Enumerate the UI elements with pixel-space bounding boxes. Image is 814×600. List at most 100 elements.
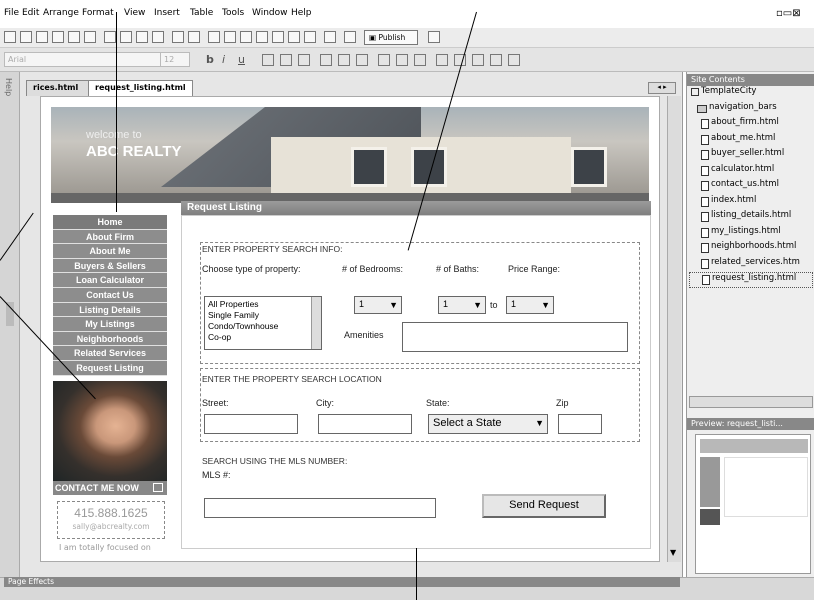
file-item[interactable]: related_services.htm [689, 257, 813, 273]
file-item[interactable]: listing_details.html [689, 210, 813, 226]
tab-prices[interactable]: rices.html [26, 80, 90, 96]
menu-table[interactable]: Table [190, 8, 213, 18]
paste-icon[interactable] [136, 31, 148, 43]
redo-icon[interactable] [188, 31, 200, 43]
picture-box-icon[interactable] [224, 31, 236, 43]
nav-about-firm[interactable]: About Firm [53, 229, 167, 245]
style-icon[interactable] [280, 54, 292, 66]
align-center-icon[interactable] [338, 54, 350, 66]
property-type-option[interactable]: Single Family [208, 310, 318, 321]
menu-edit[interactable]: Edit [22, 8, 39, 18]
nav-about-me[interactable]: About Me [53, 244, 167, 259]
nav-my-listings[interactable]: My Listings [53, 317, 167, 332]
nav-home[interactable]: Home [53, 215, 167, 230]
contact-me-bar[interactable]: CONTACT ME NOW [53, 481, 167, 495]
site-panel-horizontal-scrollbar[interactable] [689, 396, 813, 408]
align-bottom-icon[interactable] [414, 54, 426, 66]
nav-listing-details[interactable]: Listing Details [53, 302, 167, 318]
listbox-scrollbar[interactable] [311, 297, 321, 349]
send-request-button[interactable]: Send Request [482, 494, 606, 518]
cut-icon[interactable] [104, 31, 116, 43]
new-file-icon[interactable] [4, 31, 16, 43]
property-type-option[interactable]: Co-op [208, 332, 318, 343]
menu-arrange[interactable]: Arrange [43, 8, 79, 18]
preview-header[interactable]: Preview: request_listi... [687, 418, 814, 430]
help-strip[interactable]: Help [0, 72, 20, 577]
menu-insert[interactable]: Insert [154, 8, 180, 18]
site-contents-header[interactable]: Site Contents [687, 74, 814, 86]
indent-icon[interactable] [508, 54, 520, 66]
nav-neighborhoods[interactable]: Neighborhoods [53, 331, 167, 347]
file-item[interactable]: my_listings.html [689, 226, 813, 242]
nav-contact-us[interactable]: Contact Us [53, 287, 167, 303]
frame-icon[interactable] [288, 31, 300, 43]
layout-icon[interactable] [272, 31, 284, 43]
style-icon[interactable] [262, 54, 274, 66]
file-item[interactable]: neighborhoods.html [689, 241, 813, 257]
copy-icon[interactable] [120, 31, 132, 43]
property-type-listbox[interactable]: All Properties Single Family Condo/Townh… [204, 296, 322, 350]
indent-icon[interactable] [490, 54, 502, 66]
bullet-list-icon[interactable] [436, 54, 448, 66]
align-right-icon[interactable] [356, 54, 368, 66]
zip-input[interactable] [558, 414, 602, 434]
file-item[interactable]: buyer_seller.html [689, 148, 813, 164]
file-item[interactable]: about_me.html [689, 133, 813, 149]
nav-buyers-sellers[interactable]: Buyers & Sellers [53, 258, 167, 274]
state-select[interactable]: Select a State ▼ [428, 414, 548, 434]
help-icon[interactable] [428, 31, 440, 43]
bold-button[interactable]: b [206, 53, 214, 66]
plugin-icon[interactable] [304, 31, 316, 43]
street-input[interactable] [204, 414, 298, 434]
table-icon[interactable] [240, 31, 252, 43]
price-to-select[interactable]: 1 ▼ [506, 296, 554, 314]
page-canvas[interactable]: welcome to ABC REALTY Home About Firm Ab… [40, 96, 660, 562]
file-item[interactable]: contact_us.html [689, 179, 813, 195]
undo-icon[interactable] [172, 31, 184, 43]
bedrooms-select[interactable]: 1 ▼ [354, 296, 402, 314]
size-select[interactable]: 12 [160, 52, 190, 67]
form-icon[interactable] [256, 31, 268, 43]
chevron-down-icon[interactable]: ▼ [670, 548, 676, 557]
property-type-option[interactable]: Condo/Townhouse [208, 321, 318, 332]
file-item-selected[interactable]: request_listing.html [689, 272, 813, 288]
menu-view[interactable]: View [124, 8, 145, 18]
underline-button[interactable]: u [238, 53, 245, 66]
align-left-icon[interactable] [320, 54, 332, 66]
city-input[interactable] [318, 414, 412, 434]
mls-input[interactable] [204, 498, 436, 518]
outdent-icon[interactable] [472, 54, 484, 66]
menu-file[interactable]: File [4, 8, 19, 18]
text-box-icon[interactable] [208, 31, 220, 43]
price-from-select[interactable]: 1 ▼ [438, 296, 486, 314]
tab-request-listing[interactable]: request_listing.html [88, 80, 193, 96]
print-icon[interactable] [52, 31, 64, 43]
style-icon[interactable] [298, 54, 310, 66]
file-item[interactable]: index.html [689, 195, 813, 211]
window-controls-icon[interactable]: ▫▭⊠ [776, 8, 801, 19]
tab-scroll-arrows[interactable]: ◂ ▸ [648, 82, 676, 94]
site-icon[interactable] [344, 31, 356, 43]
menu-tools[interactable]: Tools [222, 8, 244, 18]
nav-loan-calculator[interactable]: Loan Calculator [53, 273, 167, 288]
preview-icon[interactable] [68, 31, 80, 43]
font-select[interactable]: Arial▾ [4, 52, 184, 67]
folder-navigation-bars[interactable]: navigation_bars [689, 102, 813, 118]
nav-related-services[interactable]: Related Services [53, 346, 167, 361]
menu-format[interactable]: Format [82, 8, 114, 18]
file-item[interactable]: about_firm.html [689, 117, 813, 133]
delete-icon[interactable] [152, 31, 164, 43]
globe-icon[interactable] [324, 31, 336, 43]
menu-help[interactable]: Help [291, 8, 312, 18]
align-middle-icon[interactable] [396, 54, 408, 66]
image-icon[interactable] [84, 31, 96, 43]
editor-vertical-scrollbar[interactable]: ▼ [667, 96, 681, 562]
property-type-option[interactable]: All Properties [208, 299, 318, 310]
file-item[interactable]: calculator.html [689, 164, 813, 180]
italic-button[interactable]: i [222, 53, 225, 66]
align-top-icon[interactable] [378, 54, 390, 66]
menu-window[interactable]: Window [252, 8, 288, 18]
publish-button[interactable]: ▣ Publish [364, 30, 418, 45]
open-file-icon[interactable] [20, 31, 32, 43]
amenities-textarea[interactable] [402, 322, 628, 352]
